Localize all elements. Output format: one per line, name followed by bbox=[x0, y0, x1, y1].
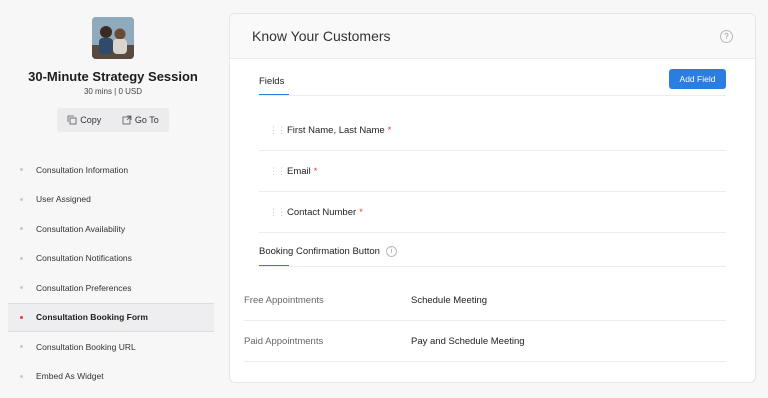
bullet-icon bbox=[20, 286, 23, 290]
field-label: Email bbox=[287, 166, 311, 177]
field-row-email[interactable]: ⋮⋮ Email * bbox=[259, 152, 726, 192]
free-appointments-row: Free Appointments Schedule Meeting bbox=[244, 281, 726, 321]
booking-confirmation-label: Booking Confirmation Button bbox=[259, 246, 380, 257]
drag-handle-icon[interactable]: ⋮⋮ bbox=[269, 167, 286, 176]
card-header: Know Your Customers bbox=[230, 14, 755, 59]
bullet-icon bbox=[20, 315, 23, 319]
sidebar-item-consultation-booking-form[interactable]: Consultation Booking Form bbox=[8, 302, 214, 332]
field-row-contact-number[interactable]: ⋮⋮ Contact Number * bbox=[259, 193, 726, 233]
copy-button[interactable]: Copy bbox=[67, 115, 101, 125]
paid-appointments-row: Paid Appointments Pay and Schedule Meeti… bbox=[244, 322, 726, 362]
sidebar: 30-Minute Strategy Session 30 mins | 0 U… bbox=[0, 0, 214, 398]
external-link-icon bbox=[122, 115, 132, 125]
drag-handle-icon[interactable]: ⋮⋮ bbox=[269, 126, 286, 135]
avatar bbox=[92, 17, 134, 59]
field-label: First Name, Last Name bbox=[287, 125, 385, 136]
drag-handle-icon[interactable]: ⋮⋮ bbox=[269, 208, 286, 217]
sidebar-item-embed-as-widget[interactable]: Embed As Widget bbox=[8, 362, 214, 392]
bullet-icon bbox=[20, 374, 23, 378]
divider bbox=[259, 95, 726, 96]
sidebar-item-consultation-preferences[interactable]: Consultation Preferences bbox=[8, 273, 214, 303]
field-row-name[interactable]: ⋮⋮ First Name, Last Name * bbox=[259, 111, 726, 151]
required-marker: * bbox=[313, 166, 318, 177]
goto-label: Go To bbox=[134, 115, 159, 125]
appointment-type-label: Free Appointments bbox=[244, 295, 324, 306]
sidebar-item-consultation-notifications[interactable]: Consultation Notifications bbox=[8, 244, 214, 274]
appointment-button-text[interactable]: Pay and Schedule Meeting bbox=[411, 336, 525, 347]
appointment-type-label: Paid Appointments bbox=[244, 336, 324, 347]
bullet-icon bbox=[20, 345, 23, 349]
required-marker: * bbox=[387, 125, 392, 136]
help-icon[interactable]: ? bbox=[720, 30, 733, 43]
session-meta: 30 mins | 0 USD bbox=[83, 87, 143, 96]
tab-fields[interactable]: Fields bbox=[259, 76, 284, 87]
session-title: 30-Minute Strategy Session bbox=[28, 69, 198, 84]
sidebar-item-user-assigned[interactable]: User Assigned bbox=[8, 185, 214, 215]
sidebar-item-consultation-information[interactable]: Consultation Information bbox=[8, 155, 214, 185]
bullet-icon bbox=[20, 227, 23, 231]
appointment-button-text[interactable]: Schedule Meeting bbox=[411, 295, 487, 306]
card-title: Know Your Customers bbox=[252, 28, 391, 44]
bullet-icon bbox=[20, 197, 23, 201]
booking-confirmation-heading: Booking Confirmation Button i bbox=[259, 246, 397, 257]
copy-icon bbox=[67, 115, 77, 125]
add-field-button[interactable]: Add Field bbox=[669, 69, 726, 89]
session-actions: Copy Go To bbox=[57, 108, 169, 132]
divider bbox=[259, 266, 726, 267]
bullet-icon bbox=[20, 168, 23, 172]
know-your-customers-card: Know Your Customers ? Fields Add Field ⋮… bbox=[229, 13, 756, 383]
bullet-icon bbox=[20, 256, 23, 260]
info-icon[interactable]: i bbox=[385, 246, 397, 257]
sidebar-nav: Consultation Information User Assigned C… bbox=[8, 155, 214, 391]
goto-button[interactable]: Go To bbox=[122, 115, 159, 125]
sidebar-item-consultation-availability[interactable]: Consultation Availability bbox=[8, 214, 214, 244]
copy-label: Copy bbox=[80, 115, 102, 125]
field-label: Contact Number bbox=[287, 207, 357, 218]
required-marker: * bbox=[359, 207, 363, 218]
sidebar-item-consultation-booking-url[interactable]: Consultation Booking URL bbox=[8, 332, 214, 362]
